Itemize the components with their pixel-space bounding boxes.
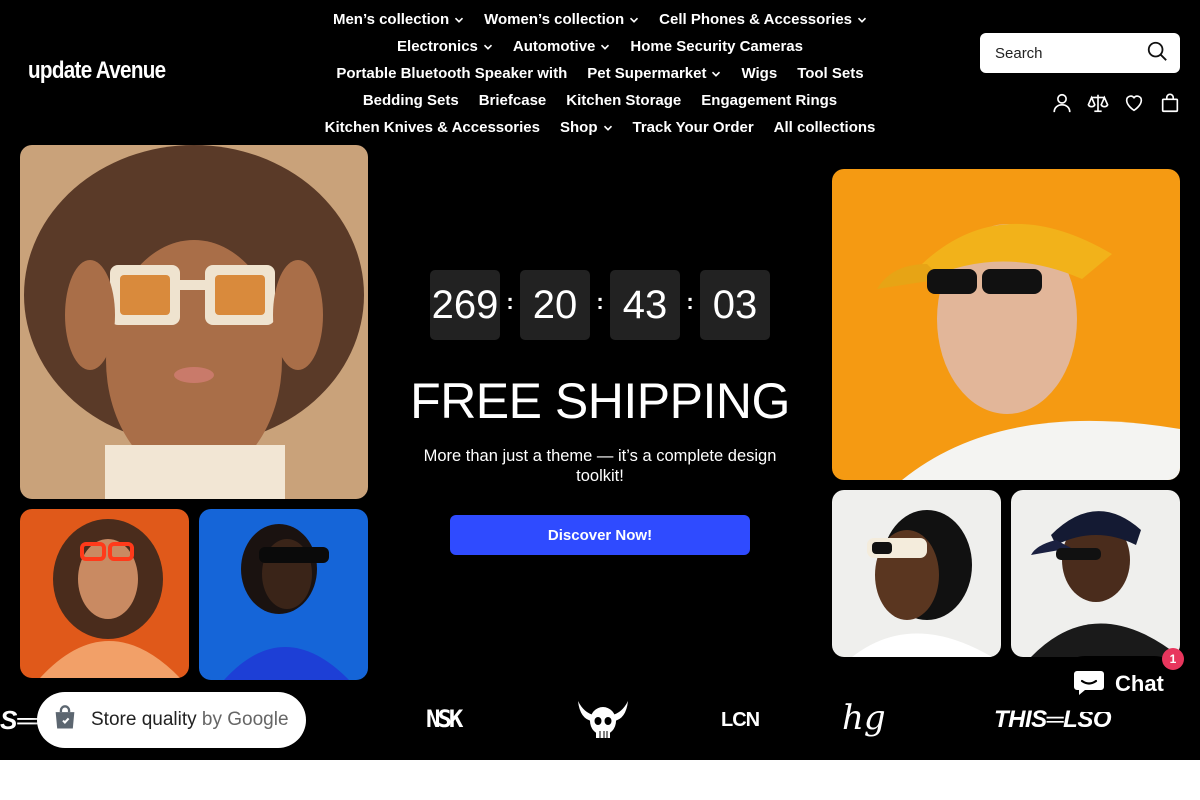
nav-item-men-s-collection[interactable]: Men’s collection [333, 11, 464, 28]
nav-item-label: All collections [773, 119, 876, 136]
nav-item-engagement-rings[interactable]: Engagement Rings [701, 92, 837, 109]
model-cream-sunglasses-photo[interactable] [20, 145, 368, 499]
shopping-bag-icon [51, 704, 79, 737]
search-input[interactable] [995, 44, 1135, 62]
chevron-down-icon [629, 15, 639, 25]
nav-item-track-your-order[interactable]: Track Your Order [633, 119, 754, 136]
nav-row: Bedding Sets Briefcase Kitchen Storage Enga… [363, 87, 837, 114]
nav-item-shop[interactable]: Shop [560, 119, 613, 136]
model-blue-top-photo[interactable] [199, 509, 368, 680]
nav-item-label: Track Your Order [632, 119, 754, 136]
page: update Avenue Men’s collection Women’s co… [0, 0, 1200, 760]
nav-item-label: Bedding Sets [362, 92, 459, 109]
account-icon[interactable] [1050, 91, 1074, 115]
store-logo[interactable]: update Avenue [28, 57, 166, 85]
countdown-separator: : [596, 289, 604, 314]
model-navy-cap-photo[interactable] [1011, 490, 1180, 657]
nav-item-label: Portable Bluetooth Speaker with [336, 65, 568, 82]
countdown-separator: : [686, 289, 694, 314]
main-navigation: Men’s collection Women’s collection Cell P… [320, 6, 880, 141]
nav-item-label: Pet Supermarket [587, 65, 707, 82]
chevron-down-icon [711, 69, 721, 79]
compare-icon[interactable] [1086, 91, 1110, 115]
discover-now-button[interactable]: Discover Now! [450, 515, 750, 555]
countdown-days: 269 [430, 270, 500, 340]
nav-item-label: Home Security Cameras [630, 38, 803, 55]
nav-row: Portable Bluetooth Speaker with Pet Super… [336, 60, 863, 87]
nav-item-wigs[interactable]: Wigs [741, 65, 777, 82]
countdown-timer: 269 : 20 : 43 : 03 [430, 270, 770, 340]
brand-logo-lcn: LCN [721, 709, 760, 731]
countdown-seconds: 03 [700, 270, 770, 340]
nav-item-label: Kitchen Storage [566, 92, 682, 109]
brand-logo-nsk: NSK [426, 705, 463, 733]
wishlist-heart-icon[interactable] [1122, 91, 1146, 115]
nav-item-label: Briefcase [478, 92, 547, 109]
model-white-sunglasses-photo[interactable] [832, 490, 1001, 657]
nav-item-bedding-sets[interactable]: Bedding Sets [363, 92, 459, 109]
header-icons [1050, 91, 1182, 115]
brand-logo-hg: hg [842, 698, 886, 738]
nav-item-kitchen-knives-accessories[interactable]: Kitchen Knives & Accessories [325, 119, 540, 136]
nav-row: Men’s collection Women’s collection Cell P… [333, 6, 867, 33]
nav-row: Kitchen Knives & Accessories Shop Track Yo… [325, 114, 876, 141]
chat-label: Chat [1115, 671, 1164, 696]
chevron-down-icon [603, 123, 613, 133]
nav-item-all-collections[interactable]: All collections [774, 119, 876, 136]
model-orange-jacket-photo[interactable] [20, 509, 189, 678]
hero-subtitle: More than just a theme — it’s a complete… [423, 447, 777, 485]
store-quality-badge[interactable]: Store quality by Google [37, 692, 306, 748]
nav-item-label: Shop [560, 119, 598, 136]
nav-item-portable-bluetooth-speaker-with[interactable]: Portable Bluetooth Speaker with [336, 65, 567, 82]
nav-item-home-security-cameras[interactable]: Home Security Cameras [630, 38, 803, 55]
nav-item-tool-sets[interactable]: Tool Sets [797, 65, 863, 82]
chevron-down-icon [483, 42, 493, 52]
nav-item-label: Electronics [397, 38, 478, 55]
page-below-fold [0, 760, 1200, 800]
store-quality-text: Store quality by Google [91, 709, 289, 730]
nav-item-label: Wigs [741, 65, 778, 82]
chevron-down-icon [857, 15, 867, 25]
search-icon[interactable] [1146, 40, 1168, 67]
hero-title: FREE SHIPPING [410, 373, 790, 429]
nav-item-briefcase[interactable]: Briefcase [479, 92, 547, 109]
chevron-down-icon [454, 15, 464, 25]
nav-item-label: Tool Sets [797, 65, 864, 82]
nav-item-women-s-collection[interactable]: Women’s collection [484, 11, 639, 28]
model-yellow-cap-photo[interactable] [832, 169, 1180, 480]
countdown-minutes: 43 [610, 270, 680, 340]
chat-unread-badge: 1 [1162, 648, 1184, 670]
nav-item-label: Cell Phones & Accessories [659, 11, 853, 28]
nav-item-label: Men’s collection [332, 11, 450, 28]
nav-item-cell-phones-accessories[interactable]: Cell Phones & Accessories [659, 11, 867, 28]
brand-logo-skull-horns [576, 697, 630, 741]
nav-item-label: Kitchen Knives & Accessories [324, 119, 540, 136]
nav-row: Electronics Automotive Home Security Camer… [397, 33, 803, 60]
chevron-down-icon [600, 42, 610, 52]
countdown-hours: 20 [520, 270, 590, 340]
nav-item-kitchen-storage[interactable]: Kitchen Storage [566, 92, 681, 109]
nav-item-label: Engagement Rings [701, 92, 838, 109]
nav-item-label: Automotive [512, 38, 596, 55]
nav-item-label: Women’s collection [484, 11, 625, 28]
chat-bubble-icon [1073, 667, 1105, 702]
nav-item-pet-supermarket[interactable]: Pet Supermarket [587, 65, 721, 82]
search-bar[interactable] [980, 33, 1180, 73]
countdown-separator: : [506, 289, 514, 314]
cart-bag-icon[interactable] [1158, 91, 1182, 115]
nav-item-automotive[interactable]: Automotive [513, 38, 611, 55]
nav-item-electronics[interactable]: Electronics [397, 38, 493, 55]
